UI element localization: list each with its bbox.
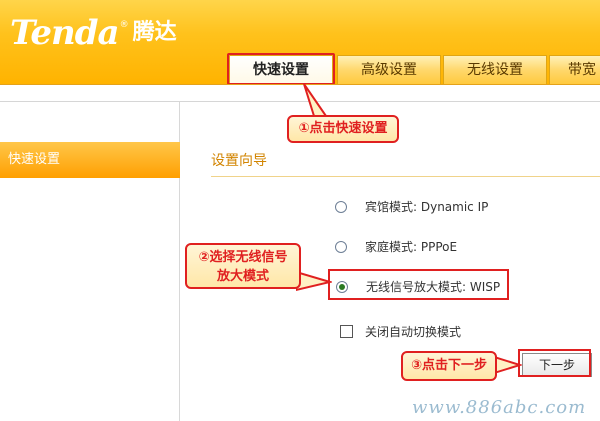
option-hotel-mode[interactable]: 宾馆模式: Dynamic IP	[335, 198, 488, 215]
auto-switch-option[interactable]: 关闭自动切换模式	[340, 323, 461, 340]
sidebar-item-quick-setup[interactable]: 快速设置	[0, 142, 180, 178]
option-home-mode-label: 家庭模式: PPPoE	[365, 240, 458, 254]
callout2-pointer	[296, 270, 332, 292]
callout-step1: ①点击快速设置	[287, 115, 399, 143]
option-hotel-mode-label: 宾馆模式: Dynamic IP	[365, 200, 489, 214]
wisp-option-highlight	[328, 269, 509, 300]
logo-chinese-name: 腾达	[132, 20, 177, 45]
callout-step2-line2: 放大模式	[216, 269, 269, 284]
option-home-mode[interactable]: 家庭模式: PPPoE	[335, 238, 457, 255]
tab-advanced-settings[interactable]: 高级设置	[337, 55, 441, 85]
tab-wireless-settings[interactable]: 无线设置	[443, 55, 547, 85]
section-divider	[211, 176, 600, 177]
section-title: 设置向导	[211, 153, 267, 169]
auto-switch-label: 关闭自动切换模式	[365, 325, 462, 339]
callout-step3: ③点击下一步	[401, 351, 497, 381]
tenda-logo: Tenda ® 腾达	[10, 14, 177, 52]
auto-switch-checkbox[interactable]	[340, 325, 353, 338]
tab-bandwidth[interactable]: 带宽	[549, 55, 600, 85]
callout-step3-text: ③点击下一步	[410, 358, 487, 373]
callout-step2-line1: ②选择无线信号	[198, 250, 288, 265]
callout1-pointer	[303, 84, 328, 117]
sidebar: 快速设置	[0, 102, 180, 421]
next-button-highlight	[518, 349, 591, 377]
logo-text: Tenda	[10, 13, 120, 53]
callout-step2: ②选择无线信号 放大模式	[185, 243, 301, 289]
watermark: www.886abc.com	[412, 397, 587, 418]
logo-registered-mark: ®	[119, 20, 129, 30]
tab-highlight-box	[227, 53, 335, 85]
radio-home-mode[interactable]	[335, 240, 347, 253]
radio-hotel-mode[interactable]	[335, 200, 347, 213]
callout3-pointer	[494, 355, 522, 375]
callout-step1-text: ①点击快速设置	[298, 121, 388, 136]
